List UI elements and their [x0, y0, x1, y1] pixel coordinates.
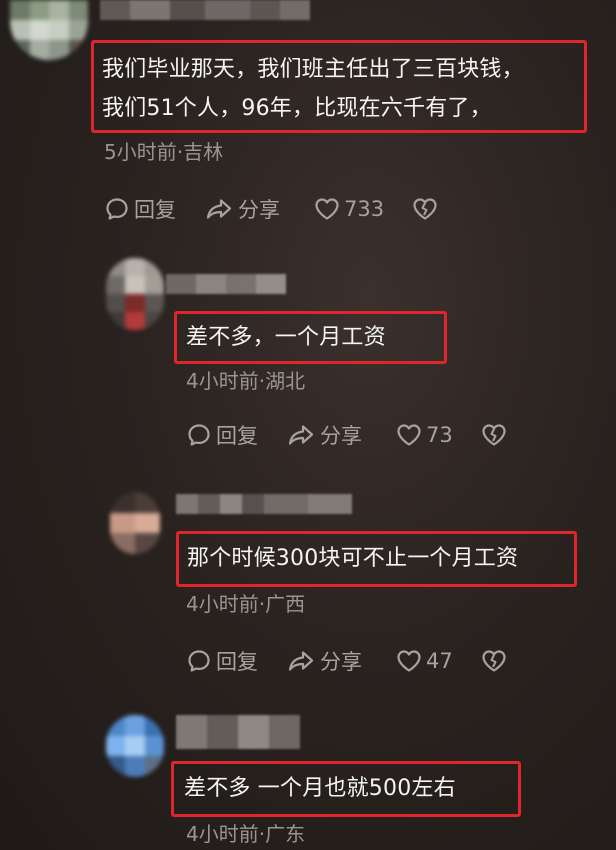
like-count: 47	[426, 649, 453, 673]
comment-3: 那个时候300块可不止一个月工资 4小时前·广西 回复 分享 47	[0, 480, 616, 700]
comment-text: 那个时候300块可不止一个月工资	[187, 546, 519, 571]
broken-heart-icon	[412, 197, 438, 221]
comment-text-line-1: 我们毕业那天，我们班主任出了三百块钱，	[102, 57, 524, 82]
comment-text-line-2: 我们51个人，96年，比现在六千有了，	[102, 96, 492, 121]
comment-text-highlighted: 差不多，一个月工资	[174, 311, 447, 364]
avatar[interactable]	[110, 492, 160, 554]
dislike-button[interactable]	[481, 649, 507, 673]
share-arrow-icon	[286, 422, 316, 448]
like-button[interactable]: 47	[396, 649, 481, 673]
share-label: 分享	[238, 198, 280, 222]
comment-text-highlighted: 那个时候300块可不止一个月工资	[176, 531, 577, 587]
comment-1: 我们毕业那天，我们班主任出了三百块钱， 我们51个人，96年，比现在六千有了， …	[0, 0, 616, 240]
comment-text: 差不多 一个月也就500左右	[184, 776, 456, 801]
avatar[interactable]	[10, 0, 88, 60]
heart-outline-icon	[396, 649, 422, 673]
username-blurred[interactable]	[176, 494, 352, 514]
comment-4: 差不多 一个月也就500左右 4小时前·广东	[0, 705, 616, 850]
reply-button[interactable]: 回复	[186, 646, 286, 676]
reply-button[interactable]: 回复	[104, 194, 204, 224]
comment-bubble-icon	[104, 196, 130, 222]
avatar[interactable]	[106, 258, 164, 330]
comment-meta: 4小时前·广东	[186, 822, 306, 846]
comment-text-highlighted: 我们毕业那天，我们班主任出了三百块钱， 我们51个人，96年，比现在六千有了，	[91, 40, 587, 133]
avatar[interactable]	[106, 715, 164, 777]
reply-label: 回复	[134, 198, 176, 222]
dislike-button[interactable]	[481, 423, 507, 447]
username-blurred[interactable]	[166, 274, 286, 294]
comment-text: 差不多，一个月工资	[186, 325, 386, 350]
share-button[interactable]: 分享	[204, 194, 314, 224]
share-arrow-icon	[286, 648, 316, 674]
reply-button[interactable]: 回复	[186, 420, 286, 450]
comment-bubble-icon	[186, 648, 212, 674]
comment-2: 差不多，一个月工资 4小时前·湖北 回复 分享 73	[0, 250, 616, 470]
share-button[interactable]: 分享	[286, 646, 396, 676]
like-button[interactable]: 73	[396, 423, 481, 447]
broken-heart-icon	[481, 649, 507, 673]
like-count: 73	[426, 423, 453, 447]
comment-bubble-icon	[186, 422, 212, 448]
username-blurred[interactable]	[176, 715, 300, 749]
reply-label: 回复	[216, 650, 258, 674]
heart-outline-icon	[314, 197, 340, 221]
comment-actions: 回复 分享 733	[104, 194, 438, 224]
comment-text-highlighted: 差不多 一个月也就500左右	[171, 761, 521, 817]
comment-actions: 回复 分享 73	[186, 420, 507, 450]
broken-heart-icon	[481, 423, 507, 447]
share-button[interactable]: 分享	[286, 420, 396, 450]
comment-meta: 5小时前·吉林	[104, 140, 224, 164]
username-blurred[interactable]	[100, 0, 310, 20]
comment-meta: 4小时前·湖北	[186, 369, 306, 393]
like-button[interactable]: 733	[314, 197, 412, 221]
dislike-button[interactable]	[412, 197, 438, 221]
reply-label: 回复	[216, 424, 258, 448]
like-count: 733	[344, 197, 385, 221]
comment-actions: 回复 分享 47	[186, 646, 507, 676]
share-label: 分享	[320, 424, 362, 448]
share-label: 分享	[320, 650, 362, 674]
comment-meta: 4小时前·广西	[186, 592, 306, 616]
share-arrow-icon	[204, 196, 234, 222]
heart-outline-icon	[396, 423, 422, 447]
